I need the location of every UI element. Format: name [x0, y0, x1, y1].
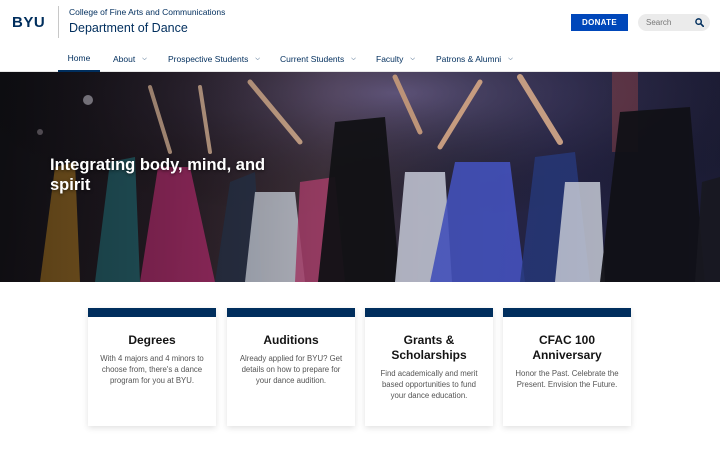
search-box[interactable] [638, 14, 710, 31]
card-accent-bar [503, 308, 631, 317]
card-auditions[interactable]: Auditions Already applied for BYU? Get d… [227, 308, 355, 426]
card-accent-bar [365, 308, 493, 317]
card-title: Auditions [263, 333, 319, 347]
nav-prospective-students[interactable]: Prospective Students ⌵ [168, 46, 260, 72]
chevron-down-icon: ⌵ [142, 55, 147, 62]
chevron-down-icon: ⌵ [508, 55, 513, 62]
chevron-down-icon: ⌵ [351, 55, 356, 62]
card-title: Grants & Scholarships [391, 333, 467, 362]
department-title[interactable]: Department of Dance [69, 21, 188, 35]
nav-current-students[interactable]: Current Students ⌵ [280, 46, 356, 72]
card-text: Find academically and merit based opport… [380, 369, 478, 400]
card-text: With 4 majors and 4 minors to choose fro… [100, 354, 204, 385]
magnifier-icon[interactable] [695, 18, 704, 27]
nav-prospective-label: Prospective Students [168, 54, 249, 64]
nav-faculty[interactable]: Faculty ⌵ [376, 46, 415, 72]
chevron-down-icon: ⌵ [255, 55, 260, 62]
card-cfac-anniversary[interactable]: CFAC 100 Anniversary Honor the Past. Cel… [503, 308, 631, 426]
nav-current-label: Current Students [280, 54, 345, 64]
card-title: Degrees [128, 333, 176, 347]
card-title: CFAC 100 Anniversary [532, 333, 602, 362]
card-accent-bar [227, 308, 355, 317]
nav-patrons-label: Patrons & Alumni [436, 54, 502, 64]
site-header: BYU College of Fine Arts and Communicati… [0, 0, 720, 46]
card-text: Already applied for BYU? Get details on … [239, 354, 343, 385]
card-degrees[interactable]: Degrees With 4 majors and 4 minors to ch… [88, 308, 216, 426]
nav-about[interactable]: About ⌵ [113, 46, 147, 72]
hero-title: Integrating body, mind, and spirit [50, 156, 266, 194]
college-link[interactable]: College of Fine Arts and Communications [69, 7, 225, 17]
nav-patrons-alumni[interactable]: Patrons & Alumni ⌵ [436, 46, 513, 72]
nav-about-label: About [113, 54, 136, 64]
search-input[interactable] [646, 16, 690, 29]
card-accent-bar [88, 308, 216, 317]
main-nav: Home About ⌵ Prospective Students ⌵ Curr… [0, 46, 720, 72]
byu-logo[interactable]: BYU [12, 14, 45, 31]
nav-home[interactable]: Home [58, 46, 100, 72]
chevron-down-icon: ⌵ [410, 55, 415, 62]
hero-banner: Integrating body, mind, and spirit [0, 72, 720, 282]
logo-divider [58, 6, 59, 38]
card-text: Honor the Past. Celebrate the Present. E… [515, 369, 619, 389]
nav-home-label: Home [67, 53, 91, 63]
card-grants-scholarships[interactable]: Grants & Scholarships Find academically … [365, 308, 493, 426]
donate-button[interactable]: DONATE [571, 14, 628, 31]
nav-faculty-label: Faculty [376, 54, 404, 64]
